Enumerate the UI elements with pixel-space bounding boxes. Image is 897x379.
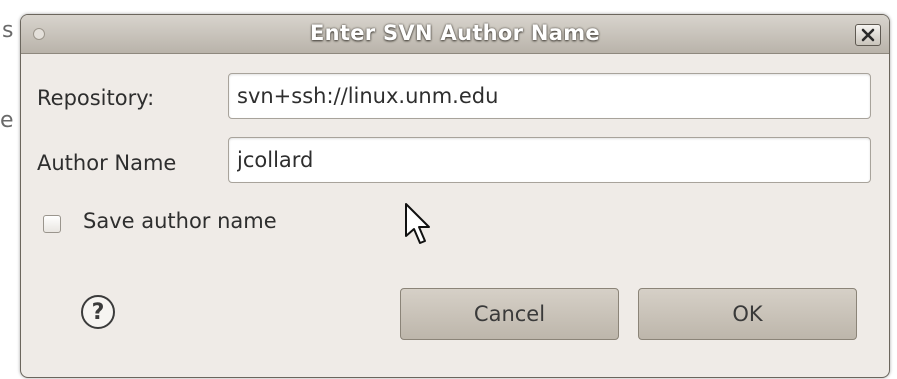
repository-field[interactable] (228, 73, 871, 119)
background-window-fragment: e (0, 108, 14, 133)
dialog-title: Enter SVN Author Name (310, 21, 600, 45)
ok-button[interactable]: OK (638, 288, 857, 340)
cancel-button[interactable]: Cancel (400, 288, 619, 340)
ok-button-label: OK (732, 302, 763, 326)
save-author-checkbox[interactable] (43, 215, 61, 233)
cancel-button-label: Cancel (473, 302, 546, 326)
mouse-pointer-icon (405, 203, 430, 244)
author-name-field[interactable] (228, 137, 871, 183)
repository-label: Repository: (37, 86, 155, 110)
help-glyph: ? (91, 299, 105, 325)
close-icon (861, 28, 875, 42)
help-icon[interactable]: ? (81, 295, 115, 329)
background-window-fragment: s (2, 18, 14, 43)
save-author-label[interactable]: Save author name (83, 209, 277, 233)
close-button[interactable] (855, 24, 881, 46)
author-name-label: Author Name (37, 151, 177, 175)
svn-author-dialog: Enter SVN Author Name Repository: Author… (20, 14, 890, 378)
dialog-titlebar[interactable]: Enter SVN Author Name (21, 15, 889, 54)
